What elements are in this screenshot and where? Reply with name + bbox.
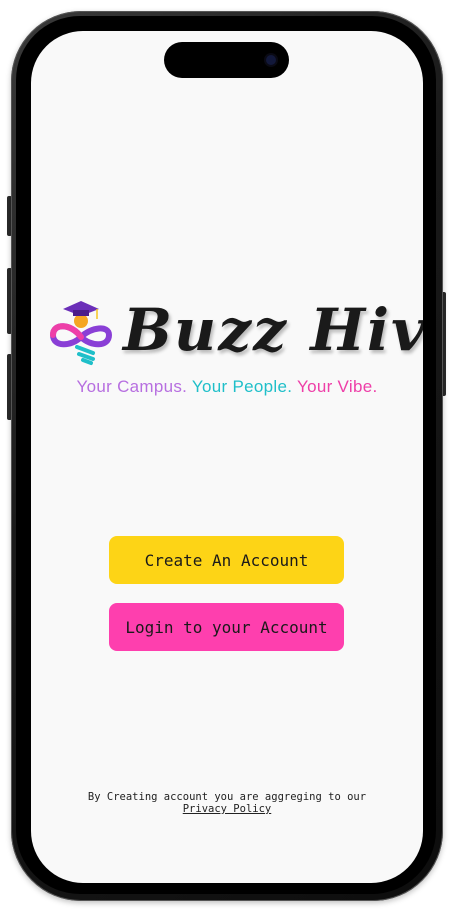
front-camera-icon bbox=[266, 55, 276, 65]
brand-logo: Buzz Hive bbox=[49, 293, 423, 373]
brand-name: Buzz Hive bbox=[123, 296, 423, 364]
graduation-bee-icon bbox=[49, 301, 113, 365]
privacy-notice: By Creating account you are aggreging to… bbox=[31, 791, 423, 815]
privacy-policy-link[interactable]: Privacy Policy bbox=[183, 803, 272, 815]
tagline-vibe: Your Vibe. bbox=[296, 377, 378, 396]
privacy-notice-text: By Creating account you are aggreging to… bbox=[87, 791, 367, 803]
create-account-button[interactable]: Create An Account bbox=[109, 536, 344, 584]
login-button[interactable]: Login to your Account bbox=[109, 603, 344, 651]
tagline: Your Campus. Your People. Your Vibe. bbox=[31, 377, 423, 397]
app-screen: Buzz Hive Your Campus. Your People. Your… bbox=[31, 31, 423, 883]
tagline-campus: Your Campus. bbox=[76, 377, 188, 396]
device-mockup: Buzz Hive Your Campus. Your People. Your… bbox=[0, 0, 453, 912]
tagline-people: Your People. bbox=[191, 377, 293, 396]
dynamic-island bbox=[164, 42, 289, 78]
